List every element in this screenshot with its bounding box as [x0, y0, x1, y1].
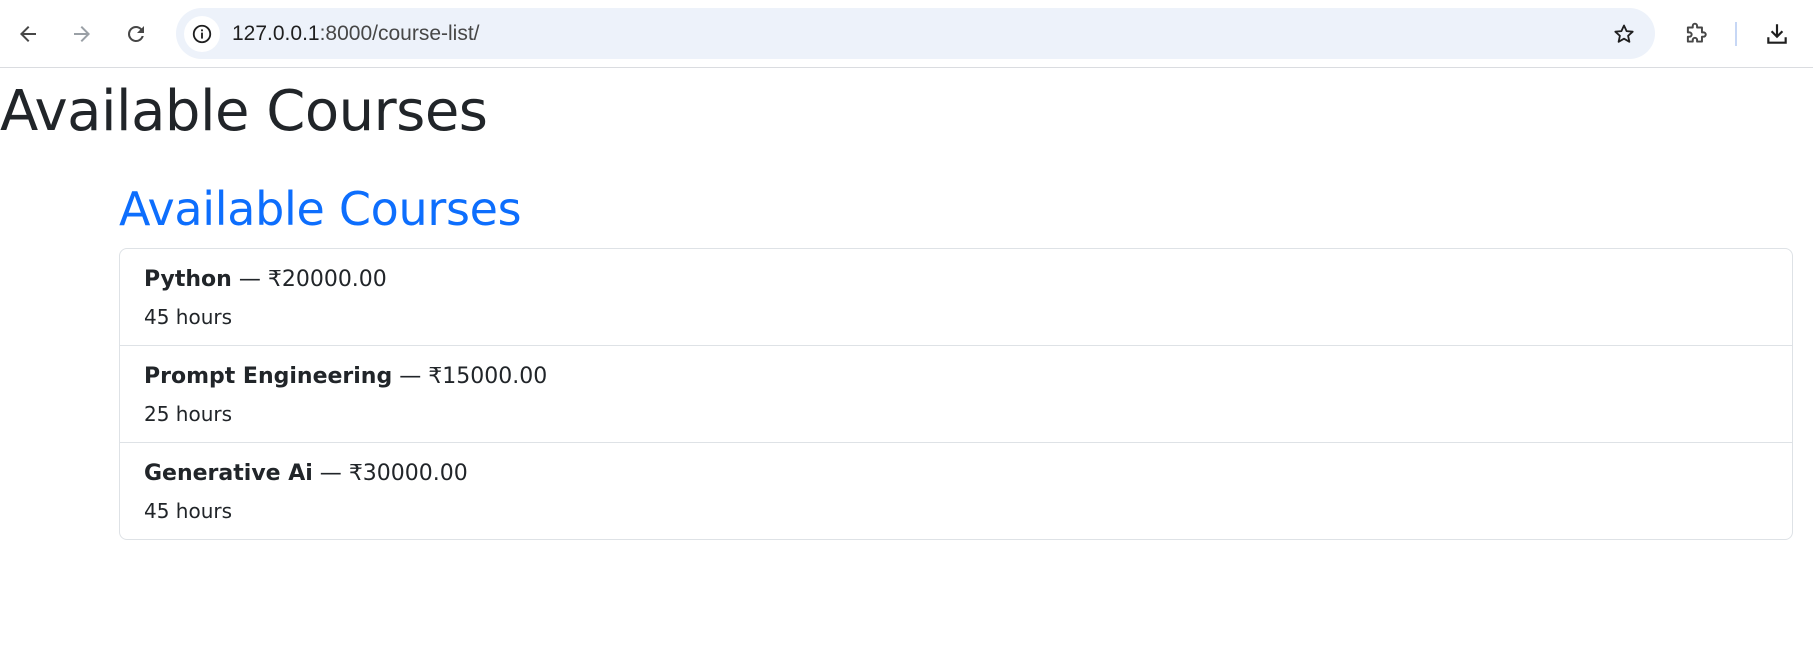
course-item-python: Python — ₹20000.00 45 hours — [120, 249, 1792, 346]
course-separator: — — [231, 267, 268, 292]
course-price: ₹30000.00 — [348, 461, 468, 486]
course-price: ₹20000.00 — [267, 267, 387, 292]
address-bar[interactable]: 127.0.0.1:8000/course-list/ — [176, 8, 1655, 59]
course-name: Python — [144, 267, 232, 292]
course-item-generative-ai: Generative Ai — ₹30000.00 45 hours — [120, 443, 1792, 539]
forward-button[interactable] — [62, 14, 102, 54]
course-item-prompt-engineering: Prompt Engineering — ₹15000.00 25 hours — [120, 346, 1792, 443]
site-info-button[interactable] — [184, 16, 220, 52]
star-icon — [1614, 24, 1634, 43]
course-price: ₹15000.00 — [428, 364, 548, 389]
toolbar-divider — [1735, 22, 1737, 46]
downloads-button[interactable] — [1757, 14, 1797, 54]
course-heading: Python — ₹20000.00 — [144, 265, 387, 295]
course-hours: 45 hours — [144, 499, 233, 523]
bookmark-button[interactable] — [1607, 17, 1641, 51]
info-icon — [192, 24, 212, 44]
course-name: Generative Ai — [144, 461, 313, 486]
url-host: 127.0.0.1 — [232, 22, 320, 45]
course-separator: — — [312, 461, 349, 486]
course-hours: 25 hours — [144, 402, 233, 426]
reload-icon — [128, 26, 144, 42]
course-list: Python — ₹20000.00 45 hours Prompt Engin… — [119, 248, 1793, 540]
back-button[interactable] — [8, 14, 48, 54]
reload-button[interactable] — [116, 14, 156, 54]
url-path: :8000/course-list/ — [319, 22, 480, 45]
course-separator: — — [392, 364, 429, 389]
section-title: Available Courses — [119, 182, 522, 236]
download-icon — [1767, 24, 1787, 44]
course-name: Prompt Engineering — [144, 364, 393, 389]
course-heading: Prompt Engineering — ₹15000.00 — [144, 362, 547, 392]
extensions-button[interactable] — [1676, 14, 1716, 54]
browser-toolbar: 127.0.0.1:8000/course-list/ — [0, 0, 1813, 68]
arrow-right-icon — [74, 26, 90, 42]
url-text[interactable]: 127.0.0.1:8000/course-list/ — [232, 8, 480, 59]
page-title: Available Courses — [0, 79, 488, 144]
course-hours: 45 hours — [144, 305, 233, 329]
course-heading: Generative Ai — ₹30000.00 — [144, 459, 468, 489]
puzzle-icon — [1686, 22, 1707, 43]
arrow-left-icon — [20, 26, 36, 42]
